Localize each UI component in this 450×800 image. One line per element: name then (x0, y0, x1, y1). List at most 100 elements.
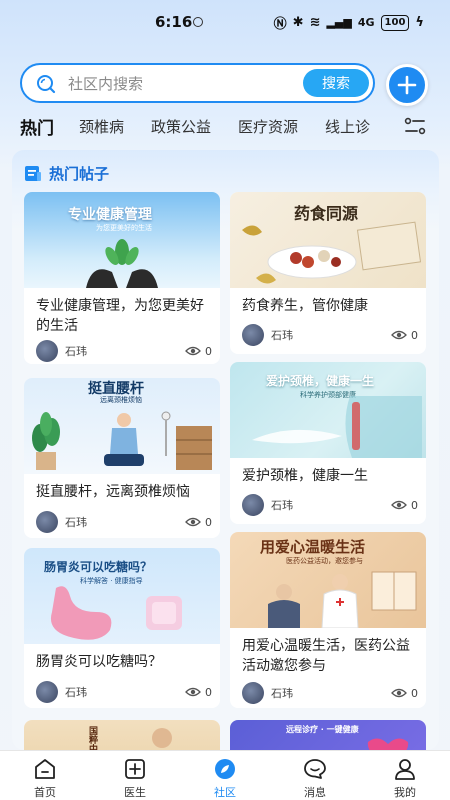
post-author: 石玮 (271, 687, 293, 700)
post-title: 药食养生，管你健康 (242, 298, 368, 314)
post-title: 爱护颈椎，健康一生 (242, 468, 368, 484)
post-meta: 石玮 0 (36, 511, 212, 533)
tab-online-consult[interactable]: 线上诊 (325, 116, 370, 137)
wifi-icon: ≋ (309, 15, 321, 30)
nav-label: 社区 (214, 786, 236, 799)
add-post-button[interactable] (386, 64, 428, 106)
nav-label: 首页 (34, 786, 56, 799)
post-meta: 石玮 0 (242, 324, 418, 346)
profile-icon (395, 759, 415, 780)
filter-icon[interactable] (404, 115, 426, 137)
eye-icon (185, 687, 201, 697)
post-image: 肠胃炎可以吃糖吗？ 科学解答 · 健康指导 (24, 548, 220, 644)
tcm-doctor-illustration (152, 728, 172, 748)
post-card[interactable]: 挺直腰杆 远离颈椎烦恼 挺直腰杆，远离颈椎烦恼 石玮 0 (24, 378, 220, 538)
post-meta: 石玮 0 (36, 681, 212, 703)
avatar (242, 682, 264, 704)
nav-label: 消息 (304, 786, 326, 799)
post-views: 0 (411, 328, 418, 342)
tab-cervical[interactable]: 颈椎病 (79, 116, 124, 137)
category-tabs: 热门 颈椎病 政策公益 医疗资源 线上诊 (20, 113, 410, 139)
nav-community[interactable]: 社区 (180, 751, 270, 800)
status-indicator-icon (193, 17, 203, 27)
nav-doctor[interactable]: 医生 (90, 751, 180, 800)
eye-icon (391, 500, 407, 510)
post-title: 肠胃炎可以吃糖吗？ (36, 654, 162, 670)
herbal-food-illustration (242, 221, 422, 284)
avatar (242, 494, 264, 516)
bottom-nav: 首页 医生 社区 消息 我的 (0, 750, 450, 800)
post-card[interactable]: 远程诊疗 · 一键健康 (230, 720, 426, 750)
search-bar[interactable]: 搜索 (20, 63, 375, 103)
posture-illustration (32, 411, 212, 470)
post-card[interactable]: 爱护颈椎，健康一生 科学养护颈部健康 爱护颈椎，健康一生 石玮 0 (230, 362, 426, 524)
section-header: 热门帖子 (24, 162, 109, 184)
status-icons: Ⓝ ✱ ≋ ▂▄▆ 4G 100 ϟ (274, 13, 424, 32)
nfc-icon: Ⓝ (273, 17, 287, 32)
eye-icon (391, 688, 407, 698)
eye-icon (185, 346, 201, 356)
post-views: 0 (411, 498, 418, 512)
nav-label: 我的 (394, 786, 416, 799)
network-type: 4G (357, 16, 375, 29)
post-card[interactable]: 国粹中 (24, 720, 220, 750)
tab-medical-resources[interactable]: 医疗资源 (238, 116, 298, 137)
stomach-illustration (50, 586, 182, 640)
post-views: 0 (411, 686, 418, 700)
post-meta: 石玮 0 (36, 340, 212, 362)
post-image: 国粹中 (24, 720, 220, 750)
post-image: 爱护颈椎，健康一生 科学养护颈部健康 (230, 362, 426, 458)
search-button[interactable]: 搜索 (303, 69, 369, 97)
nav-profile[interactable]: 我的 (360, 751, 450, 800)
post-card[interactable]: 药食同源 药食养生，管你健康 石玮 0 (230, 192, 426, 354)
avatar (36, 681, 58, 703)
post-card[interactable]: 专业健康管理 为您更美好的生活 专业健康管理，为您更美好的生活 石玮 0 (24, 192, 220, 364)
doctor-icon (125, 759, 145, 779)
signal-icon: ▂▄▆ (326, 16, 352, 29)
post-meta: 石玮 0 (242, 682, 418, 704)
eye-icon (391, 330, 407, 340)
bluetooth-icon: ✱ (292, 15, 304, 30)
nav-messages[interactable]: 消息 (270, 751, 360, 800)
avatar (242, 324, 264, 346)
post-image: 专业健康管理 为您更美好的生活 (24, 192, 220, 288)
post-title: 专业健康管理，为您更美好的生活 (36, 298, 204, 334)
hot-posts-icon (25, 166, 41, 181)
community-icon (215, 759, 235, 779)
post-author: 石玮 (65, 686, 87, 699)
post-author: 石玮 (65, 345, 87, 358)
search-input[interactable] (68, 73, 298, 95)
post-image-subtitle: 医药公益活动，邀您参与 (286, 557, 363, 565)
post-image-title: 国粹中 (87, 726, 97, 750)
charging-icon: ϟ (415, 15, 424, 30)
post-image-subtitle: 远离颈椎烦恼 (100, 396, 142, 404)
post-image-title: 专业健康管理 (68, 207, 152, 223)
hands-plant-illustration (86, 239, 158, 288)
post-author: 石玮 (271, 499, 293, 512)
home-icon (35, 759, 55, 779)
status-bar: 6:16 Ⓝ ✱ ≋ ▂▄▆ 4G 100 ϟ (0, 0, 450, 44)
post-views: 0 (205, 515, 212, 529)
post-image-title: 远程诊疗 · 一键健康 (286, 725, 359, 734)
post-author: 石玮 (271, 329, 293, 342)
tab-policy[interactable]: 政策公益 (151, 116, 211, 137)
post-card[interactable]: 用爱心温暖生活 医药公益活动，邀您参与 用爱心温暖生活，医药公益活动邀您参与 石… (230, 532, 426, 708)
post-author: 石玮 (65, 516, 87, 529)
post-title: 用爱心温暖生活，医药公益活动邀您参与 (242, 638, 410, 674)
volunteer-illustration (268, 571, 417, 628)
post-title: 挺直腰杆，远离颈椎烦恼 (36, 484, 190, 500)
post-image: 药食同源 (230, 192, 426, 288)
post-meta: 石玮 0 (242, 494, 418, 516)
tab-hot[interactable]: 热门 (20, 114, 54, 139)
post-image-title: 肠胃炎可以吃糖吗？ (44, 560, 153, 574)
battery-icon: 100 (380, 14, 410, 31)
post-image-title: 用爱心温暖生活 (260, 538, 366, 556)
nav-home[interactable]: 首页 (0, 751, 90, 800)
post-image: 用爱心温暖生活 医药公益活动，邀您参与 (230, 532, 426, 628)
post-views: 0 (205, 344, 212, 358)
post-card[interactable]: 肠胃炎可以吃糖吗？ 科学解答 · 健康指导 肠胃炎可以吃糖吗？ 石玮 0 (24, 548, 220, 708)
avatar (36, 511, 58, 533)
post-views: 0 (205, 685, 212, 699)
post-image: 挺直腰杆 远离颈椎烦恼 (24, 378, 220, 474)
telemedicine-illustration (367, 738, 409, 750)
